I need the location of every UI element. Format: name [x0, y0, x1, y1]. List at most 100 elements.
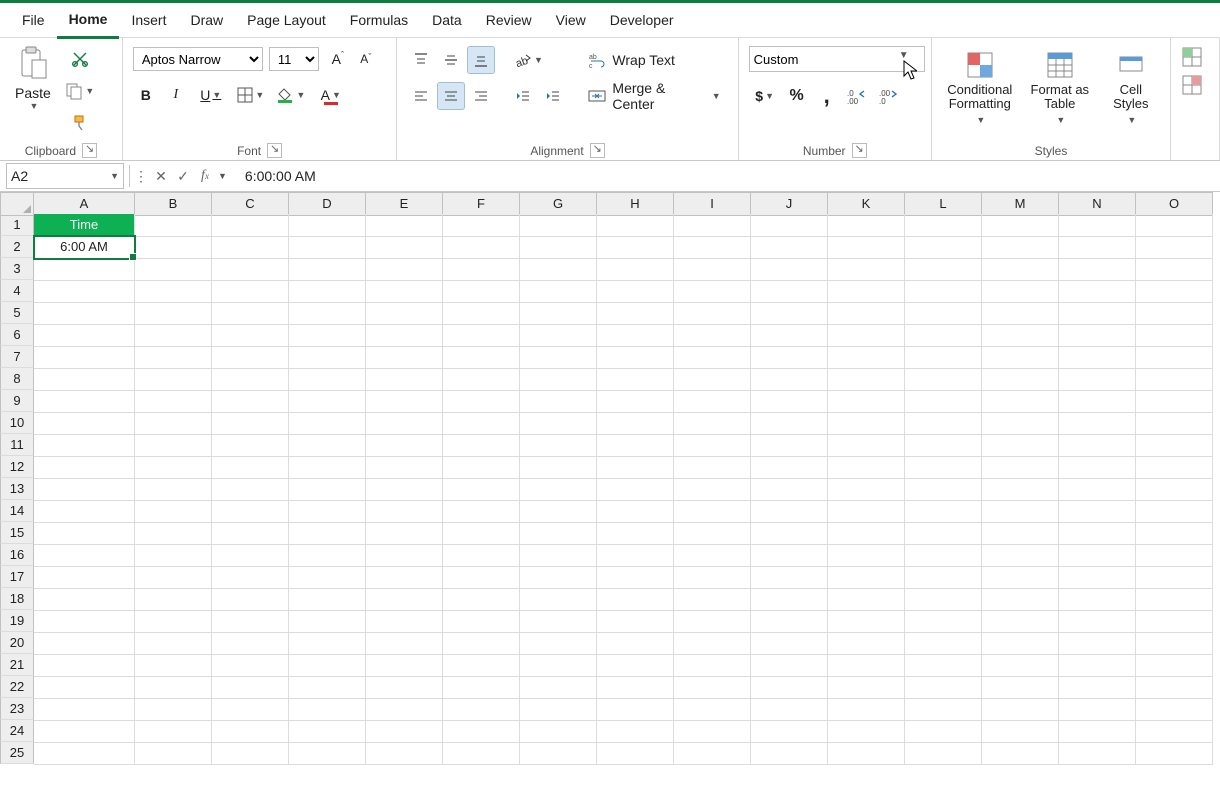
cell-N4[interactable]	[1059, 280, 1136, 303]
align-left-button[interactable]	[407, 82, 435, 110]
cell-I10[interactable]	[674, 412, 751, 435]
cell-B8[interactable]	[135, 368, 212, 391]
cell-B3[interactable]	[135, 258, 212, 281]
cell-J18[interactable]	[751, 588, 828, 611]
cell-J22[interactable]	[751, 676, 828, 699]
cell-K23[interactable]	[828, 698, 905, 721]
percent-format-button[interactable]: %	[783, 82, 811, 110]
cell-D25[interactable]	[289, 742, 366, 765]
cell-B18[interactable]	[135, 588, 212, 611]
cell-L18[interactable]	[905, 588, 982, 611]
column-header-B[interactable]: B	[135, 192, 212, 216]
cell-C16[interactable]	[212, 544, 289, 567]
cell-C21[interactable]	[212, 654, 289, 677]
cell-J19[interactable]	[751, 610, 828, 633]
cell-I24[interactable]	[674, 720, 751, 743]
insert-function-button[interactable]: fx	[194, 164, 216, 188]
cell-K5[interactable]	[828, 302, 905, 325]
row-header-19[interactable]: 19	[0, 610, 34, 632]
cell-G11[interactable]	[520, 434, 597, 457]
cell-J9[interactable]	[751, 390, 828, 413]
cell-K16[interactable]	[828, 544, 905, 567]
cell-M14[interactable]	[982, 500, 1059, 523]
cell-M9[interactable]	[982, 390, 1059, 413]
cell-H16[interactable]	[597, 544, 674, 567]
cell-M3[interactable]	[982, 258, 1059, 281]
column-header-G[interactable]: G	[520, 192, 597, 216]
cell-K17[interactable]	[828, 566, 905, 589]
cell-C4[interactable]	[212, 280, 289, 303]
cell-N18[interactable]	[1059, 588, 1136, 611]
cell-N2[interactable]	[1059, 236, 1136, 259]
cell-L1[interactable]	[905, 214, 982, 237]
cell-J5[interactable]	[751, 302, 828, 325]
tab-developer[interactable]: Developer	[598, 3, 686, 37]
row-header-25[interactable]: 25	[0, 742, 34, 764]
cell-J4[interactable]	[751, 280, 828, 303]
cell-L8[interactable]	[905, 368, 982, 391]
row-header-6[interactable]: 6	[0, 324, 34, 346]
cell-E25[interactable]	[366, 742, 443, 765]
cell-A10[interactable]	[34, 412, 135, 435]
cell-M25[interactable]	[982, 742, 1059, 765]
cell-M11[interactable]	[982, 434, 1059, 457]
cell-B15[interactable]	[135, 522, 212, 545]
cell-O17[interactable]	[1136, 566, 1213, 589]
cell-D19[interactable]	[289, 610, 366, 633]
cell-E12[interactable]	[366, 456, 443, 479]
cell-H13[interactable]	[597, 478, 674, 501]
cell-B10[interactable]	[135, 412, 212, 435]
cell-K21[interactable]	[828, 654, 905, 677]
cell-L4[interactable]	[905, 280, 982, 303]
cell-O8[interactable]	[1136, 368, 1213, 391]
italic-button[interactable]: I	[163, 82, 189, 108]
row-header-11[interactable]: 11	[0, 434, 34, 456]
cut-button[interactable]	[67, 46, 93, 72]
cell-H11[interactable]	[597, 434, 674, 457]
cell-D7[interactable]	[289, 346, 366, 369]
row-header-10[interactable]: 10	[0, 412, 34, 434]
cell-K25[interactable]	[828, 742, 905, 765]
column-header-D[interactable]: D	[289, 192, 366, 216]
cell-A24[interactable]	[34, 720, 135, 743]
cell-F4[interactable]	[443, 280, 520, 303]
cell-B19[interactable]	[135, 610, 212, 633]
column-header-H[interactable]: H	[597, 192, 674, 216]
orientation-button[interactable]: ab▼	[509, 46, 547, 74]
cell-I25[interactable]	[674, 742, 751, 765]
cell-G24[interactable]	[520, 720, 597, 743]
cell-O16[interactable]	[1136, 544, 1213, 567]
cell-A11[interactable]	[34, 434, 135, 457]
cell-J1[interactable]	[751, 214, 828, 237]
cell-G17[interactable]	[520, 566, 597, 589]
cell-F18[interactable]	[443, 588, 520, 611]
cell-D1[interactable]	[289, 214, 366, 237]
cell-E23[interactable]	[366, 698, 443, 721]
cell-N19[interactable]	[1059, 610, 1136, 633]
cell-J17[interactable]	[751, 566, 828, 589]
cell-N23[interactable]	[1059, 698, 1136, 721]
cell-L17[interactable]	[905, 566, 982, 589]
cell-D4[interactable]	[289, 280, 366, 303]
cell-O13[interactable]	[1136, 478, 1213, 501]
cell-D13[interactable]	[289, 478, 366, 501]
cell-H9[interactable]	[597, 390, 674, 413]
cell-L12[interactable]	[905, 456, 982, 479]
tab-page-layout[interactable]: Page Layout	[235, 3, 338, 37]
cell-G20[interactable]	[520, 632, 597, 655]
cell-J24[interactable]	[751, 720, 828, 743]
column-header-K[interactable]: K	[828, 192, 905, 216]
cell-N5[interactable]	[1059, 302, 1136, 325]
cell-L16[interactable]	[905, 544, 982, 567]
cell-J12[interactable]	[751, 456, 828, 479]
cell-O23[interactable]	[1136, 698, 1213, 721]
cell-L15[interactable]	[905, 522, 982, 545]
cell-M19[interactable]	[982, 610, 1059, 633]
column-header-E[interactable]: E	[366, 192, 443, 216]
formula-input[interactable]: 6:00:00 AM	[233, 168, 1220, 184]
cell-styles-button[interactable]: Cell Styles▼	[1102, 46, 1160, 130]
cell-L13[interactable]	[905, 478, 982, 501]
align-center-button[interactable]	[437, 82, 465, 110]
cell-I20[interactable]	[674, 632, 751, 655]
cell-D23[interactable]	[289, 698, 366, 721]
